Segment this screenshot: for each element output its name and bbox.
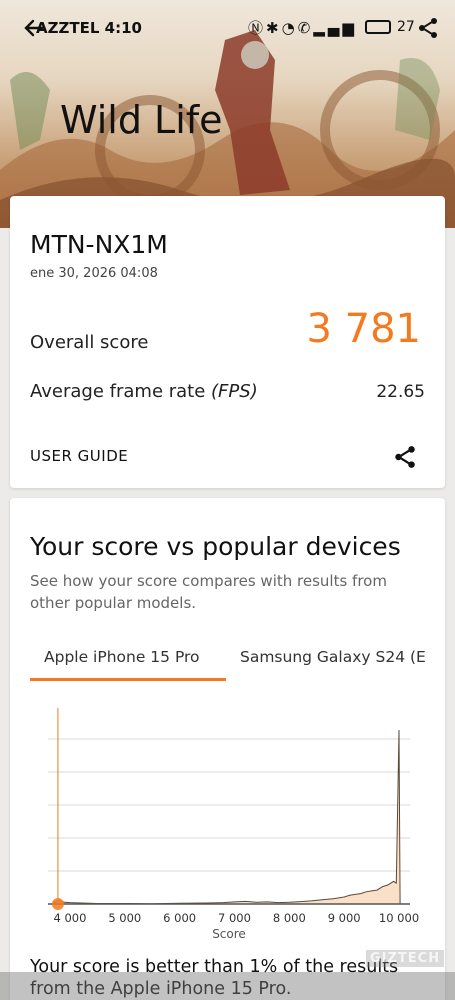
fps-label-text: Average frame rate [30, 381, 212, 402]
chart-x-tick-label: 9 000 [328, 911, 361, 925]
comparison-description: See how your score compares with results… [30, 572, 387, 612]
chart-x-tick-label: 6 000 [163, 911, 196, 925]
overall-score-label: Overall score [30, 332, 149, 353]
battery-percent: 27 [397, 19, 415, 35]
score-card: MTN-NX1M ene 30, 2026 04:08 Overall scor… [10, 196, 445, 488]
fps-unit: (FPS) [211, 381, 258, 402]
chart-your-score-marker [51, 898, 64, 910]
status-carrier-time: AZZTEL 4:10 [36, 19, 142, 37]
nfc-icon: Ⓝ [248, 19, 267, 37]
chart-x-axis-label: Score [212, 927, 246, 941]
call-icon: ✆ [297, 19, 314, 37]
user-guide-link[interactable]: USER GUIDE [30, 447, 128, 465]
clock: 4:10 [104, 19, 142, 37]
test-date: ene 30, 2026 04:08 [30, 266, 158, 281]
chart-x-tick-label: 4 000 [53, 911, 86, 925]
tab-apple-iphone-15-pro[interactable]: Apple iPhone 15 Pro [44, 648, 200, 666]
chart-x-tick-label: 7 000 [218, 911, 251, 925]
share-result-icon[interactable] [392, 444, 418, 470]
carrier-name: AZZTEL [36, 19, 100, 37]
share-icon[interactable] [416, 16, 440, 40]
active-tab-indicator [30, 678, 226, 681]
device-name: MTN-NX1M [30, 230, 168, 259]
watermark-logo: GIZTECH [366, 950, 445, 967]
signal-icon: ▂▄▆ [313, 19, 357, 37]
chart-x-tick-label: 8 000 [273, 911, 306, 925]
chart-series-area [52, 729, 401, 905]
hero-banner: AZZTEL 4:10 Ⓝ✱◔✆▂▄▆ 27 Wild Life [0, 0, 455, 228]
bottom-overlay [0, 972, 455, 1000]
chart-x-tick-label: 10 000 [379, 911, 419, 925]
status-icons: Ⓝ✱◔✆▂▄▆ [248, 17, 357, 38]
status-bar: AZZTEL 4:10 Ⓝ✱◔✆▂▄▆ 27 [0, 14, 455, 44]
fps-label: Average frame rate (FPS) [30, 381, 258, 402]
bluetooth-icon: ✱ [266, 19, 282, 37]
comparison-title: Your score vs popular devices [30, 532, 401, 561]
score-distribution-chart: 4 000 5 000 6 000 7 000 8 000 9 000 10 000 Scor… [48, 708, 419, 941]
overall-score-value: 3 781 [306, 306, 421, 352]
battery-icon [365, 20, 391, 34]
fps-value: 22.65 [376, 382, 425, 402]
page-title: Wild Life [60, 98, 223, 142]
chart-x-tick-label: 5 000 [108, 911, 141, 925]
tab-samsung-galaxy-s24[interactable]: Samsung Galaxy S24 (E [240, 648, 426, 666]
comparison-card: Your score vs popular devices See how yo… [10, 498, 445, 1000]
wifi-icon: ◔ [281, 19, 298, 37]
